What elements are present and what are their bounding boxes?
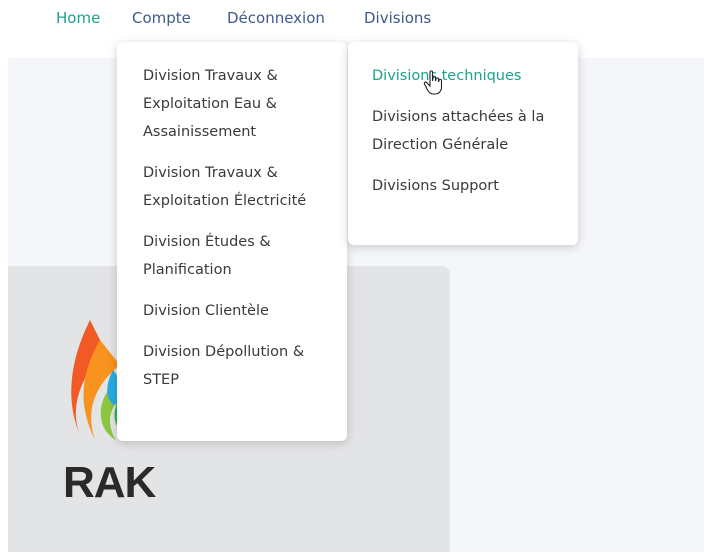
hand-cursor-icon — [423, 70, 443, 95]
nav-divisions[interactable]: Divisions — [364, 9, 431, 27]
divisions-submenu: Divisions techniques Divisions attachées… — [348, 42, 578, 245]
submenu-item-techniques[interactable]: Divisions techniques — [372, 62, 554, 90]
top-nav: Home Compte Déconnexion Divisions — [0, 0, 704, 40]
nav-deconnexion[interactable]: Déconnexion — [227, 9, 325, 27]
submenu-item-direction[interactable]: Divisions attachées à la Direction Génér… — [372, 103, 554, 159]
submenu-item-support[interactable]: Divisions Support — [372, 172, 554, 200]
divisions-dropdown: Division Travaux & Exploitation Eau & As… — [117, 42, 347, 441]
menu-item-clientele[interactable]: Division Clientèle — [143, 297, 323, 325]
nav-home[interactable]: Home — [56, 9, 100, 27]
logo-text: RAK — [63, 458, 156, 507]
menu-item-depollution[interactable]: Division Dépollution & STEP — [143, 338, 323, 394]
menu-item-etudes[interactable]: Division Études & Planification — [143, 228, 323, 284]
nav-compte[interactable]: Compte — [132, 9, 191, 27]
menu-item-travaux-eau[interactable]: Division Travaux & Exploitation Eau & As… — [143, 62, 323, 146]
menu-item-travaux-electricite[interactable]: Division Travaux & Exploitation Électric… — [143, 159, 323, 215]
